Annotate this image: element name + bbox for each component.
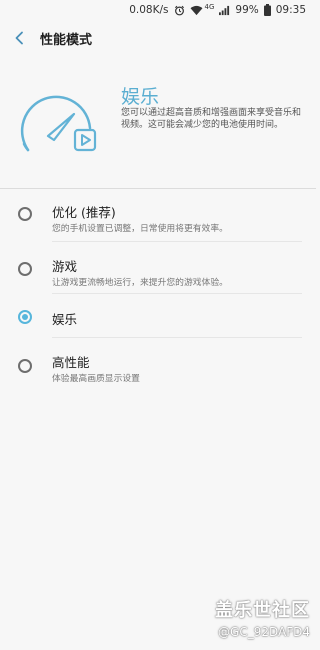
option-label: 游戏 [52,259,78,274]
watermark: 盖乐世社区 @GC_92DAFD4 [215,596,310,639]
wifi-icon [190,5,203,16]
option-label: 高性能 [52,355,90,370]
page-title: 性能模式 [40,32,93,48]
app-bar: 性能模式 [0,20,316,56]
radio-entertainment[interactable] [18,310,32,324]
option-game[interactable]: 游戏 让游戏更流畅地运行，来提升您的游戏体验。 [0,242,316,294]
battery-icon [263,4,271,16]
network-speed: 0.08K/s [129,4,169,16]
option-optimized[interactable]: 优化 (推荐) 您的手机设置已调整，日常使用将更有效率。 [0,190,316,242]
radio-game[interactable] [18,262,32,276]
signal-icon [219,5,230,16]
option-label: 优化 (推荐) [52,205,116,220]
option-description: 您的手机设置已调整，日常使用将更有效率。 [52,224,228,234]
mode-title: 娱乐 [121,86,160,108]
back-button[interactable] [0,20,40,56]
radio-optimized[interactable] [18,207,32,221]
network-type: 4G [204,3,215,11]
option-label: 娱乐 [52,312,78,327]
status-bar: 0.08K/s 4G 99% 09:35 [0,0,316,20]
option-description: 让游戏更流畅地运行，来提升您的游戏体验。 [52,278,228,288]
chevron-left-icon [15,31,23,45]
performance-mode-screen: 0.08K/s 4G 99% 09:35 性能模式 娱乐 您可以通过超高音质和增… [0,0,316,650]
watermark-user: @GC_92DAFD4 [218,625,310,639]
mode-summary: 娱乐 您可以通过超高音质和增强画面来享受音乐和视频。这可能会减少您的电池使用时间… [0,58,316,188]
alarm-icon [174,5,185,16]
clock: 09:35 [275,4,306,16]
option-entertainment[interactable]: 娱乐 [0,294,316,338]
mode-description: 您可以通过超高音质和增强画面来享受音乐和视频。这可能会减少您的电池使用时间。 [121,108,302,130]
mode-options-list: 优化 (推荐) 您的手机设置已调整，日常使用将更有效率。 游戏 让游戏更流畅地运… [0,190,316,390]
option-description: 体验最高画质显示设置 [52,374,140,384]
speedometer-play-icon [18,88,100,154]
option-high-performance[interactable]: 高性能 体验最高画质显示设置 [0,338,316,390]
battery-percent: 99% [235,4,259,16]
radio-high-performance[interactable] [18,359,32,373]
divider [0,188,316,189]
watermark-logo: 盖乐世社区 [215,600,310,621]
